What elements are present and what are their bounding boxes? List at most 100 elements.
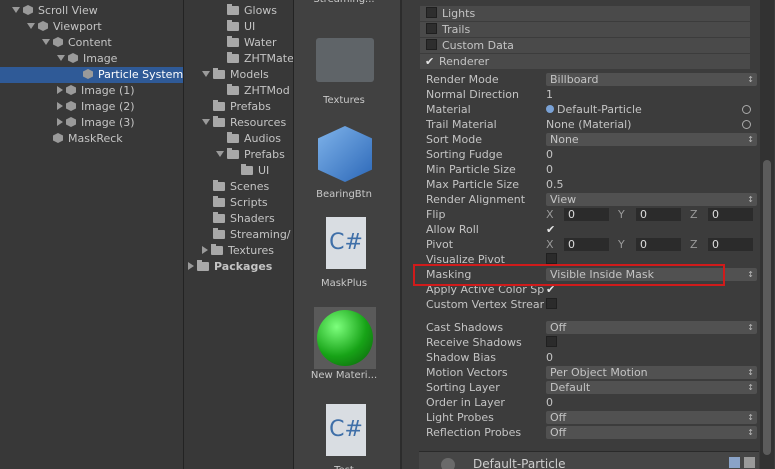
expand-arrow-icon[interactable] <box>57 118 63 126</box>
expand-arrow-icon[interactable] <box>27 23 35 29</box>
asset-item[interactable]: BearingBtn <box>294 124 394 200</box>
folder-icon <box>227 20 239 31</box>
module-header-trails[interactable]: Trails <box>420 22 750 37</box>
number-field[interactable]: 1 <box>546 88 753 101</box>
object-picker-icon[interactable] <box>742 120 751 129</box>
module-checkbox[interactable] <box>426 23 437 34</box>
expand-arrow-icon[interactable] <box>202 246 208 254</box>
hierarchy-item-label: Particle System <box>98 68 183 81</box>
hierarchy-item[interactable]: Image (1) <box>0 83 183 99</box>
expand-arrow-icon[interactable] <box>12 7 20 13</box>
checkbox[interactable] <box>546 336 557 347</box>
hierarchy-item-label: Image <box>83 52 118 65</box>
project-folder-item[interactable]: Scenes <box>202 179 269 195</box>
dropdown[interactable]: None <box>546 133 757 146</box>
material-preview-header[interactable]: Default-Particle <box>419 451 759 469</box>
expand-arrow-icon[interactable] <box>188 262 194 270</box>
prop-material: Material Default-Particle <box>426 102 756 117</box>
asset-item[interactable]: Streaming... <box>294 0 394 5</box>
vector-z-field[interactable]: 0 <box>708 208 753 221</box>
hierarchy-item[interactable]: Viewport <box>0 19 183 35</box>
dropdown[interactable]: Off <box>546 426 757 439</box>
project-folder-item[interactable]: Textures <box>202 243 274 259</box>
vector-y-field[interactable]: 0 <box>636 208 681 221</box>
project-folder-label: Prefabs <box>244 148 285 161</box>
project-folder-item[interactable]: Scripts <box>202 195 268 211</box>
hierarchy-item[interactable]: Particle System <box>0 67 183 83</box>
dropdown[interactable]: Off <box>546 411 757 424</box>
module-checkbox[interactable] <box>426 7 437 18</box>
number-field[interactable]: 0 <box>546 148 753 161</box>
project-folder-item[interactable]: Models <box>202 67 269 83</box>
project-folder-item[interactable]: Resources <box>202 115 286 131</box>
prop-max-particle-size: Max Particle Size 0.5 <box>426 177 756 192</box>
dropdown[interactable]: View <box>546 193 757 206</box>
hierarchy-item[interactable]: Content <box>0 35 183 51</box>
prop-render-mode: Render Mode Billboard <box>426 72 757 87</box>
project-folder-label: Resources <box>230 116 287 129</box>
footer-title: Default-Particle <box>473 457 566 469</box>
number-field[interactable]: 0 <box>546 163 753 176</box>
settings-icon[interactable] <box>744 457 755 468</box>
number-field[interactable]: 0 <box>546 396 753 409</box>
help-icon[interactable] <box>729 457 740 468</box>
project-folder-item[interactable]: Prefabs <box>216 147 285 163</box>
checkbox[interactable] <box>546 253 557 264</box>
module-checkbox[interactable] <box>426 39 437 50</box>
asset-item[interactable]: C# MaskPlus <box>294 213 394 289</box>
asset-item[interactable]: New Materi... <box>294 305 394 381</box>
module-header-custom-data[interactable]: Custom Data <box>420 38 750 53</box>
project-folder-item[interactable]: Shaders <box>202 211 275 227</box>
hierarchy-item[interactable]: Image (2) <box>0 99 183 115</box>
inspector-scrollbar-thumb[interactable] <box>763 160 771 455</box>
module-header-label: Trails <box>442 23 471 36</box>
project-folder-item[interactable]: Streaming/ <box>202 227 291 243</box>
expand-arrow-icon[interactable] <box>57 86 63 94</box>
expand-arrow-icon[interactable] <box>42 39 50 45</box>
number-field[interactable]: 0.5 <box>546 178 753 191</box>
project-folder-item[interactable]: UI <box>216 19 255 35</box>
dropdown[interactable]: Billboard <box>546 73 757 86</box>
prop-render-alignment: Render Alignment View <box>426 192 757 207</box>
number-field[interactable]: 0 <box>546 351 753 364</box>
dropdown[interactable]: Per Object Motion <box>546 366 757 379</box>
expand-arrow-icon[interactable] <box>57 102 63 110</box>
object-picker-icon[interactable] <box>742 105 751 114</box>
asset-item[interactable]: Textures <box>294 30 394 106</box>
hierarchy-item[interactable]: Image <box>0 51 183 67</box>
checkmark-icon[interactable]: ✔ <box>546 223 555 236</box>
asset-name: New Materi... <box>310 370 378 381</box>
project-folder-item[interactable]: Glows <box>216 3 277 19</box>
expand-arrow-icon[interactable] <box>202 119 210 125</box>
project-folder-item[interactable]: Packages <box>188 259 272 275</box>
object-field[interactable]: None (Material) <box>546 118 753 131</box>
vector-x-field[interactable]: 0 <box>564 208 609 221</box>
hierarchy-item[interactable]: Scroll View <box>0 3 183 19</box>
module-header-renderer[interactable]: ✔ Renderer <box>420 54 750 69</box>
project-folder-item[interactable]: Water <box>216 35 277 51</box>
folder-icon <box>227 36 239 47</box>
project-folder-item[interactable]: UI <box>230 163 269 179</box>
expand-arrow-icon[interactable] <box>57 55 65 61</box>
dropdown[interactable]: Off <box>546 321 757 334</box>
vector-x-field[interactable]: 0 <box>564 238 609 251</box>
vector-y-field[interactable]: 0 <box>636 238 681 251</box>
folder-icon <box>213 212 225 223</box>
hierarchy-item[interactable]: MaskReck <box>0 131 183 147</box>
module-header-lights[interactable]: Lights <box>420 6 750 21</box>
project-folder-item[interactable]: ZHTMod <box>216 83 290 99</box>
large-folder-icon <box>316 38 374 82</box>
dropdown[interactable]: Default <box>546 381 757 394</box>
vector-z-field[interactable]: 0 <box>708 238 753 251</box>
expand-arrow-icon[interactable] <box>216 151 224 157</box>
project-folder-label: Water <box>244 36 277 49</box>
project-folder-item[interactable]: Audios <box>216 131 281 147</box>
project-folder-item[interactable]: Prefabs <box>202 99 271 115</box>
expand-arrow-icon[interactable] <box>202 71 210 77</box>
project-folder-item[interactable]: ZHTMate <box>216 51 293 67</box>
checkbox[interactable] <box>546 298 557 309</box>
hierarchy-item[interactable]: Image (3) <box>0 115 183 131</box>
checkmark-icon[interactable]: ✔ <box>425 54 436 69</box>
object-field[interactable]: Default-Particle <box>546 103 753 116</box>
asset-item[interactable]: C# Test <box>294 400 394 469</box>
